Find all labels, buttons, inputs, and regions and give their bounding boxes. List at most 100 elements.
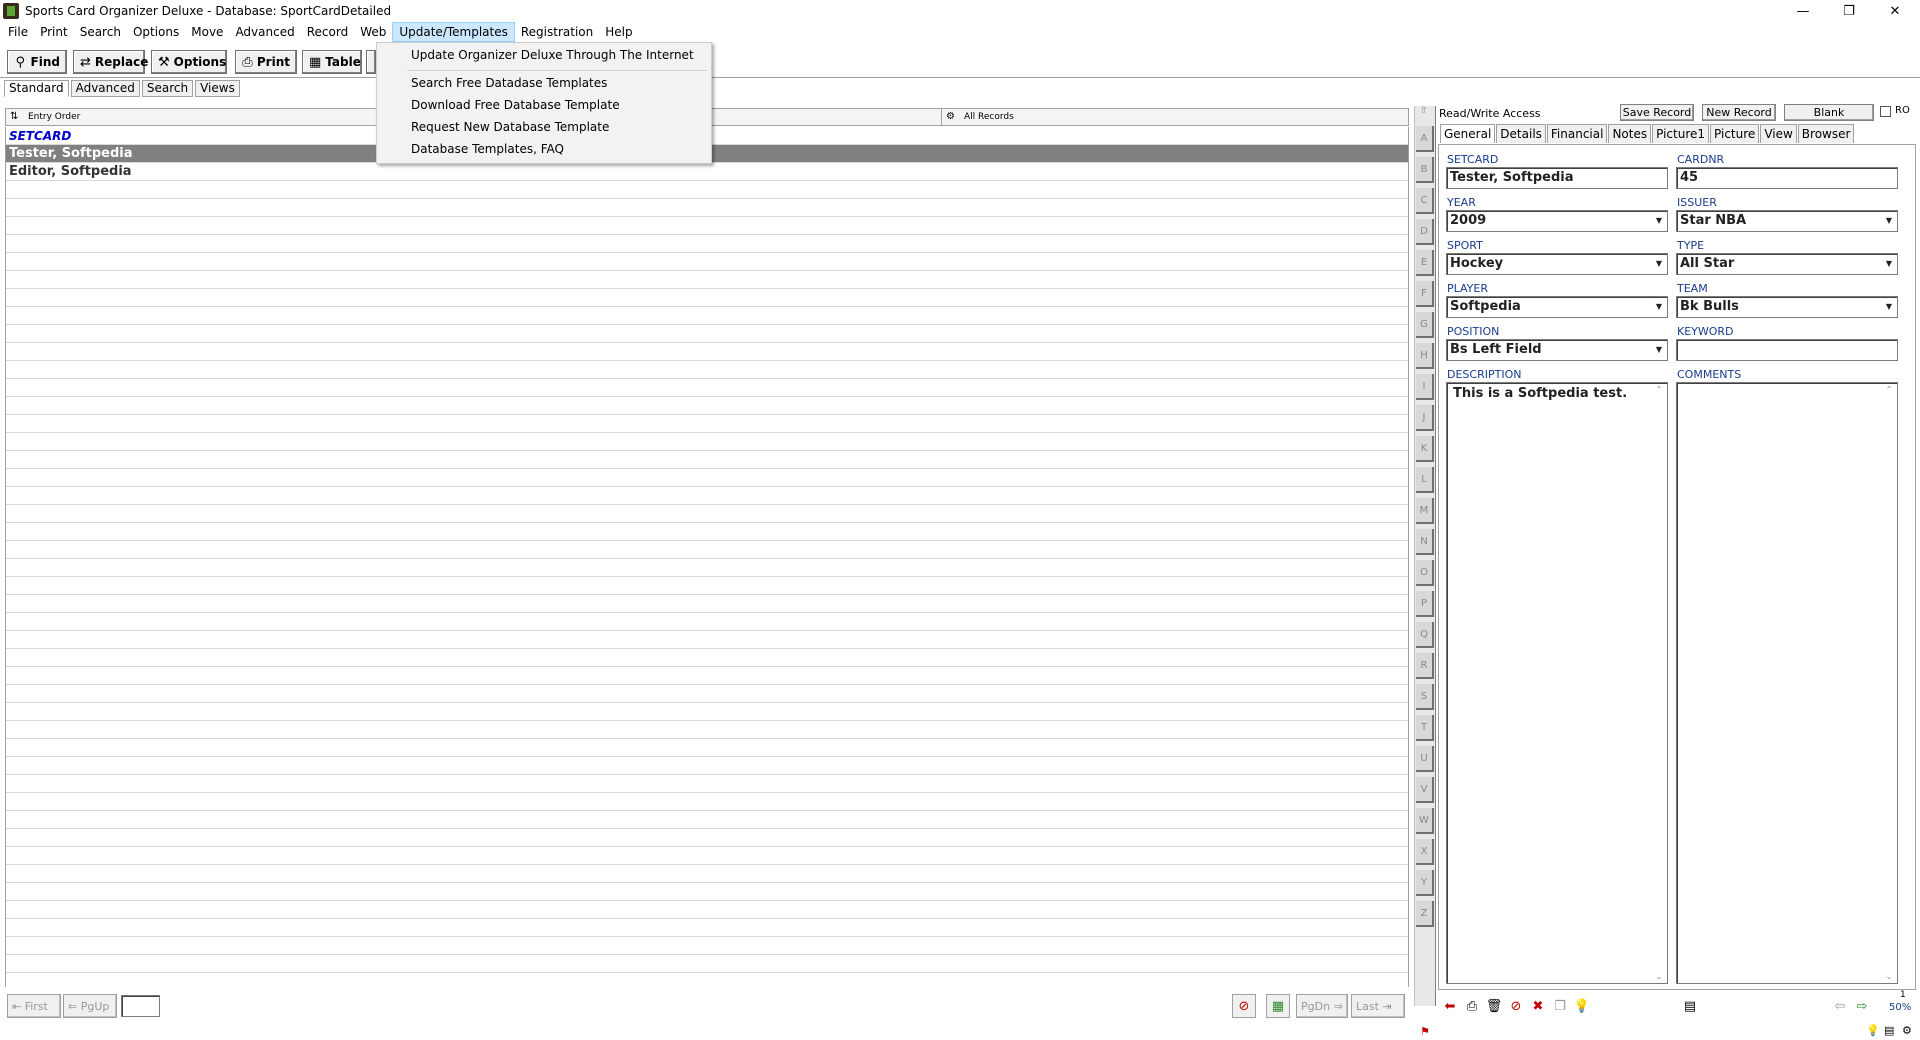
blank-button[interactable]: Blank bbox=[1784, 104, 1874, 121]
menu-item-request-template[interactable]: Request New Database Template bbox=[411, 118, 609, 136]
scrollbar[interactable]: ⌃ ⌄ bbox=[1883, 385, 1895, 981]
alpha-index-g[interactable]: G bbox=[1416, 312, 1434, 338]
alpha-index-e[interactable]: E bbox=[1416, 250, 1434, 276]
tab-standard[interactable]: Standard bbox=[4, 80, 69, 97]
minimize-button[interactable]: — bbox=[1780, 0, 1826, 22]
delete-record-icon[interactable]: ✖ bbox=[1528, 996, 1548, 1016]
alpha-index-o[interactable]: O bbox=[1416, 560, 1434, 586]
maximize-button[interactable]: ❐ bbox=[1826, 0, 1872, 22]
menu-move[interactable]: Move bbox=[185, 22, 229, 42]
dropdown-arrow-icon[interactable]: ▼ bbox=[1652, 299, 1666, 315]
more-button[interactable] bbox=[366, 50, 376, 74]
comments-textarea[interactable]: ⌃ ⌄ bbox=[1676, 382, 1898, 984]
menu-update-templates[interactable]: Update/Templates bbox=[392, 22, 515, 42]
tab-view[interactable]: View bbox=[1760, 124, 1797, 143]
options-button[interactable]: ⚒ Options bbox=[151, 50, 227, 74]
printer-icon[interactable]: ⎙ bbox=[1462, 996, 1482, 1016]
alpha-index-d[interactable]: D bbox=[1416, 219, 1434, 245]
first-button[interactable]: ⇤ First bbox=[7, 994, 61, 1018]
menu-file[interactable]: File bbox=[2, 22, 34, 42]
alpha-index-u[interactable]: U bbox=[1416, 746, 1434, 772]
tab-picture[interactable]: Picture bbox=[1710, 124, 1760, 143]
alpha-index-w[interactable]: W bbox=[1416, 808, 1434, 834]
alpha-index-r[interactable]: R bbox=[1416, 653, 1434, 679]
alpha-index-x[interactable]: X bbox=[1416, 839, 1434, 865]
menu-item-download-template[interactable]: Download Free Database Template bbox=[411, 96, 620, 114]
menu-item-search-templates[interactable]: Search Free Datadase Templates bbox=[411, 74, 607, 92]
back-arrow-icon[interactable]: ⬅ bbox=[1440, 996, 1460, 1016]
last-button[interactable]: Last ⇥ bbox=[1351, 994, 1405, 1018]
alpha-index-c[interactable]: C bbox=[1416, 188, 1434, 214]
pgdn-button[interactable]: PgDn ⇒ bbox=[1296, 994, 1348, 1018]
scroll-up-icon[interactable]: ⇧ bbox=[1420, 106, 1428, 116]
position-select[interactable]: Bs Left Field ▼ bbox=[1446, 339, 1668, 361]
tab-browser[interactable]: Browser bbox=[1797, 124, 1855, 143]
replace-button[interactable]: ⇄ Replace bbox=[73, 50, 148, 74]
setcard-field[interactable]: Tester, Softpedia bbox=[1446, 167, 1668, 189]
menu-help[interactable]: Help bbox=[599, 22, 638, 42]
alpha-index-p[interactable]: P bbox=[1416, 591, 1434, 617]
type-select[interactable]: All Star ▼ bbox=[1676, 253, 1898, 275]
menu-web[interactable]: Web bbox=[354, 22, 392, 42]
menu-record[interactable]: Record bbox=[301, 22, 354, 42]
record-number-input[interactable] bbox=[121, 995, 160, 1017]
alpha-index-k[interactable]: K bbox=[1416, 436, 1434, 462]
list-item[interactable]: Editor, Softpedia bbox=[6, 163, 1408, 181]
menu-item-templates-faq[interactable]: Database Templates, FAQ bbox=[411, 140, 564, 158]
tab-financial[interactable]: Financial bbox=[1546, 124, 1608, 143]
menu-advanced[interactable]: Advanced bbox=[229, 22, 300, 42]
alpha-index-l[interactable]: L bbox=[1416, 467, 1434, 493]
save-record-button[interactable]: Save Record bbox=[1620, 104, 1694, 121]
issuer-select[interactable]: Star NBA ▼ bbox=[1676, 210, 1898, 232]
tab-search[interactable]: Search bbox=[141, 80, 194, 97]
menu-options[interactable]: Options bbox=[127, 22, 185, 42]
next-record-icon[interactable]: ⇨ bbox=[1852, 996, 1872, 1016]
stop-icon[interactable]: ⊘ bbox=[1506, 996, 1526, 1016]
tab-general[interactable]: General bbox=[1440, 124, 1496, 143]
alpha-index-f[interactable]: F bbox=[1416, 281, 1434, 307]
keyword-field[interactable] bbox=[1676, 339, 1898, 361]
alpha-index-s[interactable]: S bbox=[1416, 684, 1434, 710]
tab-views[interactable]: Views bbox=[195, 80, 240, 97]
close-button[interactable]: ✕ bbox=[1872, 0, 1918, 22]
alpha-index-j[interactable]: J bbox=[1416, 405, 1434, 431]
dropdown-arrow-icon[interactable]: ▼ bbox=[1652, 213, 1666, 229]
menu-registration[interactable]: Registration bbox=[515, 22, 599, 42]
pgup-button[interactable]: ⇐ PgUp bbox=[63, 994, 117, 1018]
find-button[interactable]: ⚲ Find bbox=[7, 50, 67, 74]
copy-icon[interactable]: ❐ bbox=[1550, 996, 1570, 1016]
menu-search[interactable]: Search bbox=[74, 22, 127, 42]
alpha-index-h[interactable]: H bbox=[1416, 343, 1434, 369]
menu-print[interactable]: Print bbox=[34, 22, 74, 42]
tab-notes[interactable]: Notes bbox=[1608, 124, 1652, 143]
menu-item-update-internet[interactable]: Update Organizer Deluxe Through The Inte… bbox=[411, 46, 694, 64]
alpha-index-a[interactable]: A bbox=[1416, 126, 1434, 152]
alpha-index-t[interactable]: T bbox=[1416, 715, 1434, 741]
grid-view-icon[interactable]: ▦ bbox=[1266, 994, 1290, 1018]
print-button[interactable]: ⎙ Print bbox=[235, 50, 297, 74]
previous-record-icon[interactable]: ⇦ bbox=[1830, 996, 1850, 1016]
alpha-index-n[interactable]: N bbox=[1416, 529, 1434, 555]
card-icon[interactable]: ▤ bbox=[1680, 996, 1700, 1016]
dropdown-arrow-icon[interactable]: ▼ bbox=[1882, 213, 1896, 229]
alpha-index-z[interactable]: Z bbox=[1416, 901, 1434, 927]
tab-advanced[interactable]: Advanced bbox=[70, 80, 140, 97]
table-button[interactable]: ▦ Table bbox=[302, 50, 362, 74]
alpha-index-i[interactable]: I bbox=[1416, 374, 1434, 400]
dropdown-arrow-icon[interactable]: ▼ bbox=[1652, 256, 1666, 272]
alpha-index-q[interactable]: Q bbox=[1416, 622, 1434, 648]
dropdown-arrow-icon[interactable]: ▼ bbox=[1882, 299, 1896, 315]
dropdown-arrow-icon[interactable]: ▼ bbox=[1652, 342, 1666, 358]
alpha-index-m[interactable]: M bbox=[1416, 498, 1434, 524]
ro-checkbox[interactable] bbox=[1880, 106, 1891, 117]
new-record-button[interactable]: New Record bbox=[1702, 104, 1776, 121]
tab-picture1[interactable]: Picture1 bbox=[1652, 124, 1710, 143]
trash-icon[interactable]: 🗑 bbox=[1484, 996, 1504, 1016]
stop-icon[interactable]: ⊘ bbox=[1232, 994, 1256, 1018]
cardnr-field[interactable]: 45 bbox=[1676, 167, 1898, 189]
player-select[interactable]: Softpedia ▼ bbox=[1446, 296, 1668, 318]
scrollbar[interactable]: ⌃ ⌄ bbox=[1653, 385, 1665, 981]
alpha-index-y[interactable]: Y bbox=[1416, 870, 1434, 896]
team-select[interactable]: Bk Bulls ▼ bbox=[1676, 296, 1898, 318]
alpha-index-v[interactable]: V bbox=[1416, 777, 1434, 803]
